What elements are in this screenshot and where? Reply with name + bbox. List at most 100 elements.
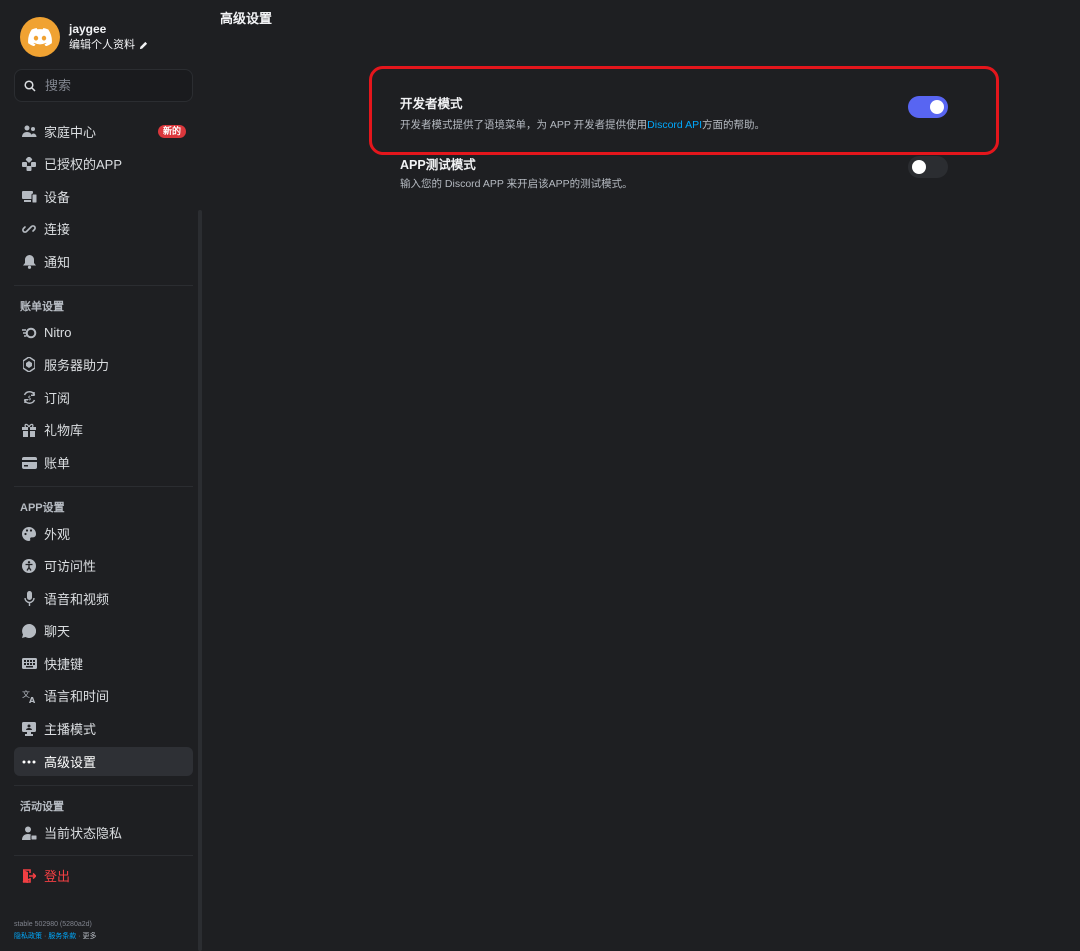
- sidebar-item-label: 语言和时间: [44, 689, 110, 704]
- devices-icon: [21, 189, 37, 205]
- search-box[interactable]: [14, 69, 193, 102]
- billing-section-header: 账单设置: [20, 301, 64, 313]
- svg-text:A: A: [29, 696, 36, 703]
- boost-icon: [21, 357, 37, 373]
- new-badge: 新的: [157, 125, 186, 138]
- sidebar-item-label: 外观: [44, 527, 71, 542]
- activity-privacy-icon: [21, 825, 37, 841]
- sidebar-divider: [14, 285, 193, 286]
- more-icon: [21, 754, 37, 770]
- edit-profile-label: 编辑个人资料: [69, 39, 135, 51]
- logout-icon: [21, 868, 37, 884]
- activity-section-header: 活动设置: [20, 801, 64, 813]
- sidebar-item-notifications[interactable]: 通知: [14, 247, 193, 276]
- sidebar-item-label: 已授权的APP: [44, 157, 123, 172]
- toggle-knob: [912, 160, 926, 174]
- search-input[interactable]: [45, 78, 175, 93]
- username: jaygee: [69, 22, 107, 36]
- sidebar-item-streamer-mode[interactable]: 主播模式: [14, 714, 193, 743]
- privacy-policy-link[interactable]: 隐私政策: [14, 933, 42, 940]
- settings-window: jaygee 编辑个人资料 家庭中心 新的: [0, 0, 1080, 951]
- sidebar-item-connections[interactable]: 连接: [14, 214, 193, 243]
- discord-api-link[interactable]: Discord API: [647, 119, 702, 131]
- more-link[interactable]: 更多: [82, 933, 96, 940]
- card-icon: [21, 455, 37, 471]
- sidebar-item-nitro[interactable]: Nitro: [14, 318, 193, 347]
- streamer-icon: [21, 721, 37, 737]
- sidebar-divider: [14, 486, 193, 487]
- sidebar-item-label: 通知: [44, 255, 71, 270]
- pencil-icon: [139, 41, 148, 49]
- logout-label: 登出: [44, 869, 71, 884]
- sidebar-item-billing[interactable]: 账单: [14, 448, 193, 477]
- sidebar-item-label: 账单: [44, 456, 71, 471]
- developer-mode-description: 开发者模式提供了语境菜单，为 APP 开发者提供使用Discord API方面的…: [400, 117, 960, 133]
- family-icon: [21, 124, 37, 140]
- bell-icon: [21, 254, 37, 270]
- sidebar-item-family-center[interactable]: 家庭中心 新的: [14, 117, 193, 146]
- sidebar-item-label: 可访问性: [44, 559, 97, 574]
- sidebar-item-label: 礼物库: [44, 423, 84, 438]
- svg-text:$: $: [27, 395, 31, 402]
- app-test-mode-description: 输入您的 Discord APP 来开启该APP的测试模式。: [400, 178, 633, 190]
- sidebar-item-keybinds[interactable]: 快捷键: [14, 649, 193, 678]
- sidebar-item-label: 家庭中心: [44, 125, 97, 140]
- sidebar-item-accessibility[interactable]: 可访问性: [14, 551, 193, 580]
- sidebar-divider: [14, 855, 193, 856]
- version-label: stable 502980 (5280a2d): [14, 921, 92, 928]
- sidebar-item-appearance[interactable]: 外观: [14, 519, 193, 548]
- app-test-mode-setting: APP测试模式 输入您的 Discord APP 来开启该APP的测试模式。: [400, 157, 960, 192]
- sidebar-item-subscriptions[interactable]: $ 订阅: [14, 383, 193, 412]
- developer-mode-toggle[interactable]: [908, 96, 948, 118]
- sidebar-item-label: Nitro: [44, 325, 72, 340]
- chat-icon: [21, 623, 37, 639]
- sidebar-item-gift-inventory[interactable]: 礼物库: [14, 415, 193, 444]
- link-icon: [21, 221, 37, 237]
- search-icon: [24, 79, 36, 92]
- sidebar-item-language-time[interactable]: 文A 语言和时间: [14, 681, 193, 710]
- sidebar-item-advanced[interactable]: 高级设置: [14, 747, 193, 776]
- sidebar-item-devices[interactable]: 设备: [14, 182, 193, 211]
- mic-icon: [21, 591, 37, 607]
- profile-card[interactable]: jaygee 编辑个人资料: [20, 16, 148, 58]
- description-text: 开发者模式提供了语境菜单，为 APP 开发者提供使用: [400, 119, 648, 131]
- toggle-knob: [930, 100, 944, 114]
- accessibility-icon: [21, 558, 37, 574]
- app-section-header: APP设置: [20, 502, 65, 514]
- sidebar-item-server-boost[interactable]: 服务器助力: [14, 350, 193, 379]
- sidebar-footer: stable 502980 (5280a2d) 隐私政策 · 服务条款 · 更多: [14, 919, 96, 943]
- language-icon: 文A: [21, 688, 37, 704]
- terms-of-service-link[interactable]: 服务条款: [48, 933, 76, 940]
- page-title: 高级设置: [220, 11, 273, 26]
- sidebar-item-label: 聊天: [44, 624, 71, 639]
- edit-profile-link[interactable]: 编辑个人资料: [69, 37, 148, 53]
- sidebar-item-label: 服务器助力: [44, 358, 110, 373]
- app-test-mode-toggle[interactable]: [908, 156, 948, 178]
- sidebar-item-label: 订阅: [44, 391, 71, 406]
- authorized-apps-icon: [21, 156, 37, 172]
- sidebar-item-label: 语音和视频: [44, 592, 110, 607]
- sidebar-divider: [14, 785, 193, 786]
- sidebar-item-voice-video[interactable]: 语音和视频: [14, 584, 193, 613]
- subscription-icon: $: [21, 390, 37, 406]
- sidebar-item-label: 主播模式: [44, 722, 97, 737]
- palette-icon: [21, 526, 37, 542]
- developer-mode-title: 开发者模式: [400, 97, 463, 111]
- logout-button[interactable]: 登出: [14, 861, 193, 890]
- settings-sidebar: jaygee 编辑个人资料 家庭中心 新的: [0, 0, 205, 951]
- sidebar-item-chat[interactable]: 聊天: [14, 616, 193, 645]
- gift-icon: [21, 422, 37, 438]
- description-text: 方面的帮助。: [702, 119, 766, 131]
- sidebar-item-label: 连接: [44, 222, 71, 237]
- sidebar-item-authorized-apps[interactable]: 已授权的APP: [14, 149, 193, 178]
- sidebar-item-label: 当前状态隐私: [44, 826, 123, 841]
- keyboard-icon: [21, 656, 37, 672]
- nitro-icon: [21, 325, 37, 341]
- settings-content: 高级设置 开发者模式 开发者模式提供了语境菜单，为 APP 开发者提供使用Dis…: [205, 0, 1080, 951]
- sidebar-item-activity-privacy[interactable]: 当前状态隐私: [14, 818, 193, 847]
- discord-logo-icon: [28, 28, 52, 46]
- avatar[interactable]: [20, 17, 60, 57]
- developer-mode-setting: 开发者模式 开发者模式提供了语境菜单，为 APP 开发者提供使用Discord …: [400, 96, 960, 133]
- sidebar-item-label: 设备: [44, 190, 71, 205]
- sidebar-scrollbar[interactable]: [198, 210, 202, 951]
